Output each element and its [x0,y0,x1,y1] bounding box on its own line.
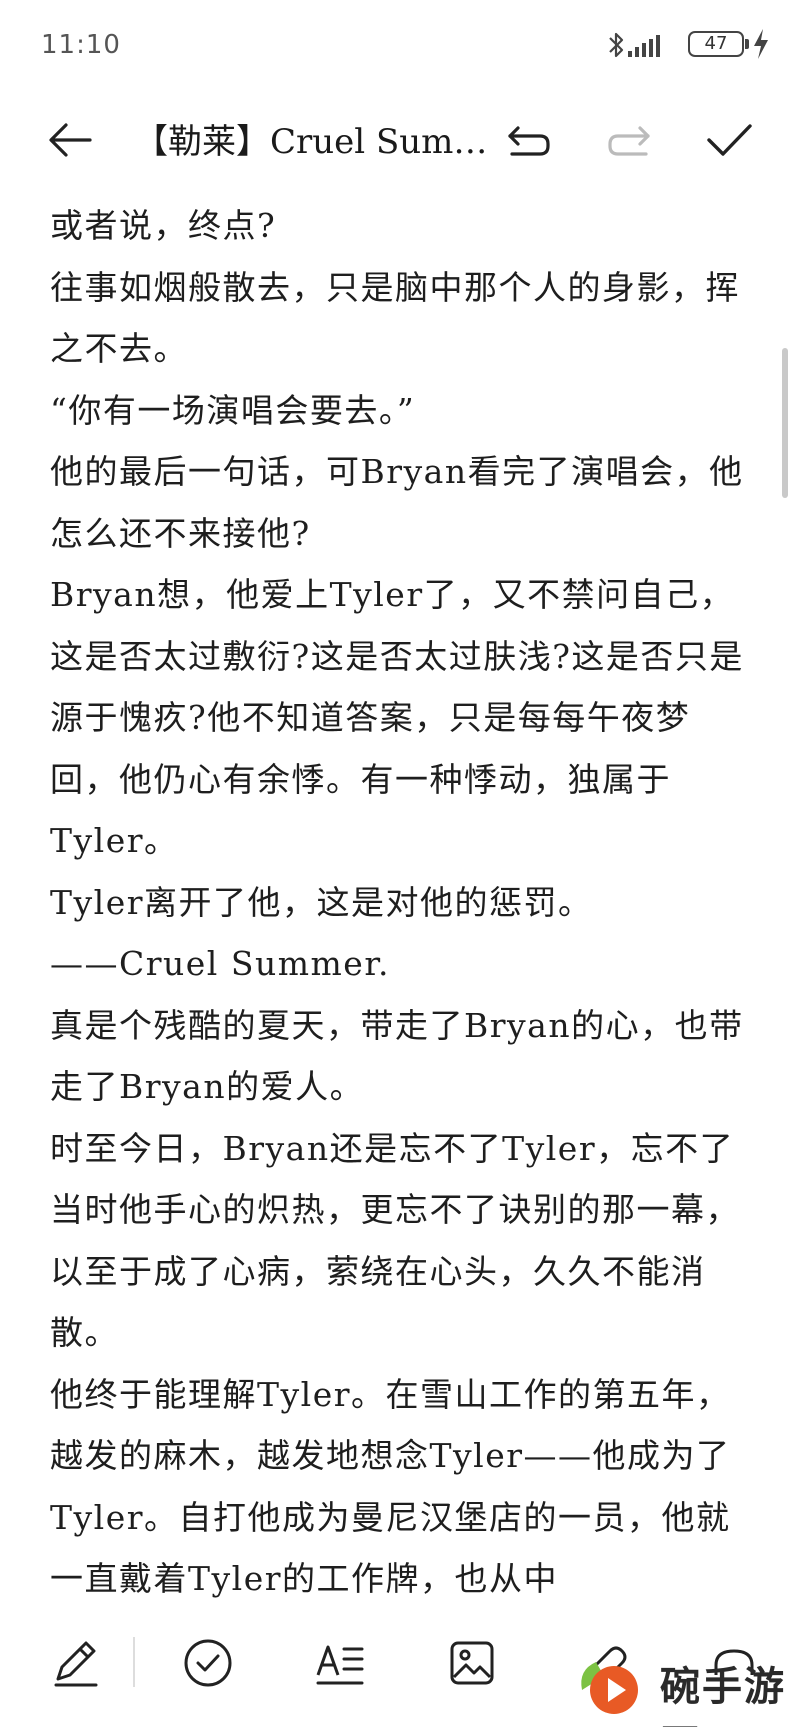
redo-icon[interactable] [604,120,654,162]
watermark-logo-icon [581,1662,638,1714]
scrollbar-thumb[interactable] [782,348,788,498]
editor-toolbar: 【勒莱】Cruel Sum… [0,92,800,192]
undo-icon[interactable] [504,120,554,162]
paragraph: Bryan想，他爱上Tyler了，又不禁问自己，这是否太过敷衍?这是否太过肤浅?… [50,575,744,860]
paragraph: 往事如烟般散去，只是脑中那个人的身影，挥之不去。 [50,267,740,369]
signal-icon [628,35,660,57]
text-format-icon[interactable] [312,1635,368,1691]
paragraph: 他终于能理解Tyler。在雪山工作的第五年，越发的麻木，越发地想念Tyler——… [50,1374,731,1599]
charging-icon [754,29,768,59]
paragraph: 或者说，终点? [50,206,277,245]
checklist-icon[interactable] [180,1635,236,1691]
paragraph: “你有一场演唱会要去。” [50,390,416,430]
checkmark-icon[interactable] [704,116,754,164]
pen-icon[interactable] [48,1635,104,1691]
status-icons: 47 [570,28,770,62]
paragraph: 他的最后一句话，可Bryan看完了演唱会，他怎么还不来接他? [50,452,744,553]
watermark: 碗手游网 [560,1640,800,1727]
status-bar: 11:10 47 [0,0,800,92]
bluetooth-icon [609,32,624,58]
paragraph: ——Cruel Summer. [50,944,390,983]
paragraph: 时至今日，Bryan还是忘不了Tyler，忘不了当时他手心的炽热，更忘不了诀别的… [50,1128,740,1353]
image-icon[interactable] [444,1635,500,1691]
status-time: 11:10 [41,30,121,60]
back-arrow-icon[interactable] [46,116,94,164]
note-body[interactable]: 或者说，终点? 往事如烟般散去，只是脑中那个人的身影，挥之不去。 “你有一场演唱… [50,195,750,1600]
paragraph: Tyler离开了他，这是对他的惩罚。 [50,882,593,922]
document-title[interactable]: 【勒莱】Cruel Sum… [134,116,486,168]
watermark-text: 碗手游网 [660,1663,786,1727]
toolbar-divider [133,1637,135,1687]
paragraph: 真是个残酷的夏天，带走了Bryan的心，也带走了Bryan的爱人。 [50,1005,744,1107]
battery-icon: 47 [688,31,744,57]
battery-tip [745,39,749,49]
